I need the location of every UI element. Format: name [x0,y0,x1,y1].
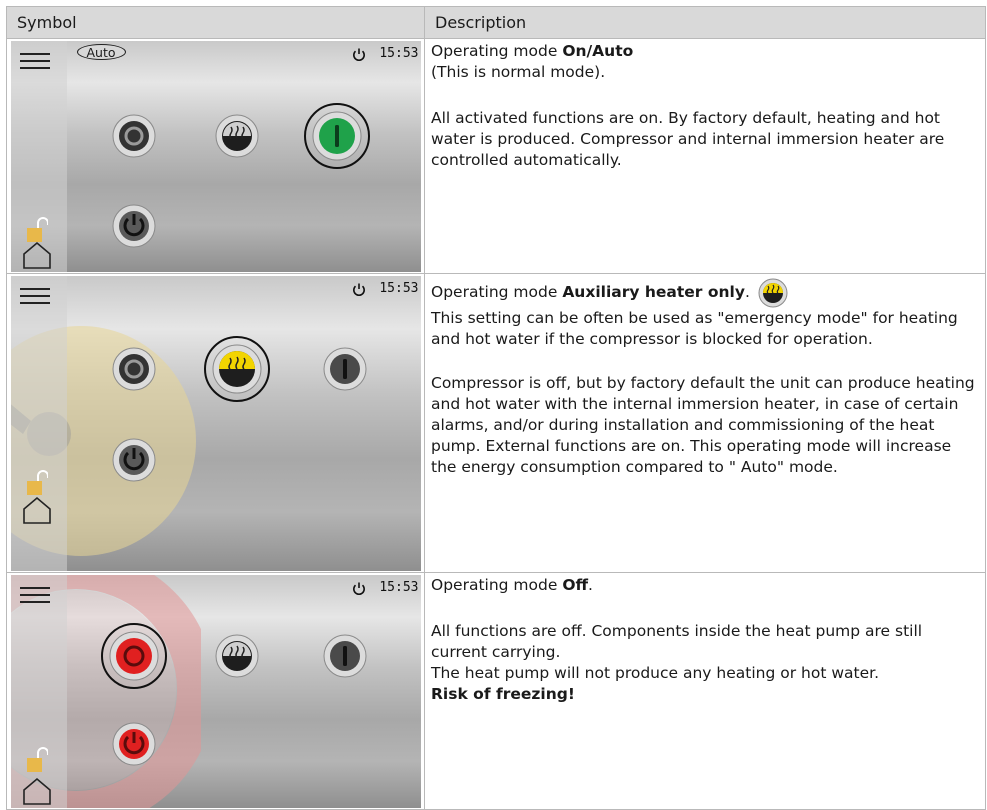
mode-prefix: Operating mode [431,283,563,301]
home-icon[interactable] [22,777,52,805]
clock: 15:53 [379,281,419,296]
mode-note: The heat pump will not produce any heati… [431,664,879,682]
description-cell: Operating mode Off. All functions are of… [424,572,986,810]
screen-sidebar [10,276,67,571]
home-icon[interactable] [22,241,52,269]
description-cell: Operating mode On/Auto (This is normal m… [424,38,986,274]
off-mode-button-icon[interactable] [112,114,156,158]
power-icon[interactable] [351,581,367,597]
on-mode-button-icon[interactable] [323,634,367,678]
table-row: 15:53 Operating mode Off. All functions … [6,572,986,810]
mode-note: (This is normal mode). [431,63,606,81]
standby-power-button-icon[interactable] [112,438,156,482]
freeze-warning: Risk of freezing! [431,685,575,703]
mode-name: Off [562,576,589,594]
table-header-row: Symbol Description [6,6,986,39]
on-mode-button-icon[interactable] [323,347,367,391]
auxiliary-heater-button-icon[interactable] [215,114,259,158]
auxiliary-heater-button-icon[interactable] [203,335,271,403]
standby-power-button-icon[interactable] [112,722,156,766]
padlock-open-icon[interactable] [26,747,48,773]
mode-name: On/Auto [562,42,634,60]
on-mode-button-icon[interactable] [303,102,371,170]
screen-auto-mode: Auto 15:53 [10,41,421,272]
clock: 15:53 [379,46,419,61]
document-page: Symbol Description Auto 15:53 Operating … [0,0,987,810]
power-icon[interactable] [351,282,367,298]
padlock-open-icon[interactable] [26,470,48,496]
hamburger-menu-icon[interactable] [19,288,50,304]
padlock-open-icon[interactable] [26,217,48,243]
mode-prefix: Operating mode [431,576,563,594]
off-mode-button-icon[interactable] [100,622,168,690]
symbol-cell: Auto 15:53 [6,38,425,274]
mode-description: All functions are off. Components inside… [431,622,923,661]
screen-sidebar [10,575,67,808]
home-icon[interactable] [22,496,52,524]
header-symbol: Symbol [6,6,425,39]
description-cell: Operating mode Auxiliary heater only. Th… [424,273,986,573]
table-row: Auto 15:53 Operating mode On/Auto (This … [6,38,986,274]
auxiliary-heater-button-icon[interactable] [215,634,259,678]
hamburger-menu-icon[interactable] [19,587,50,603]
mode-prefix: Operating mode [431,42,563,60]
header-description: Description [424,6,986,39]
screen-off-mode: 15:53 [10,575,421,808]
symbol-cell: 15:53 [6,572,425,810]
hamburger-menu-icon[interactable] [19,53,50,69]
mode-suffix: . [588,576,593,594]
screen-aux-heater-mode: 15:53 [10,276,421,571]
symbol-cell: 15:53 [6,273,425,573]
off-mode-button-icon[interactable] [112,347,156,391]
power-icon[interactable] [351,47,367,63]
auxiliary-heater-inline-icon [758,278,788,307]
mode-description: This setting can be often be used as "em… [431,309,958,348]
auto-badge: Auto [76,44,126,60]
operating-modes-table: Symbol Description Auto 15:53 Operating … [6,6,986,810]
mode-name: Auxiliary heater only [562,283,745,301]
mode-description-extended: Compressor is off, but by factory defaul… [431,374,975,476]
clock: 15:53 [379,580,419,595]
mode-description: All activated functions are on. By facto… [431,109,945,169]
table-row: 15:53 Operating mode Auxiliary heater on… [6,273,986,573]
mode-suffix: . [744,283,750,301]
standby-power-button-icon[interactable] [112,204,156,248]
